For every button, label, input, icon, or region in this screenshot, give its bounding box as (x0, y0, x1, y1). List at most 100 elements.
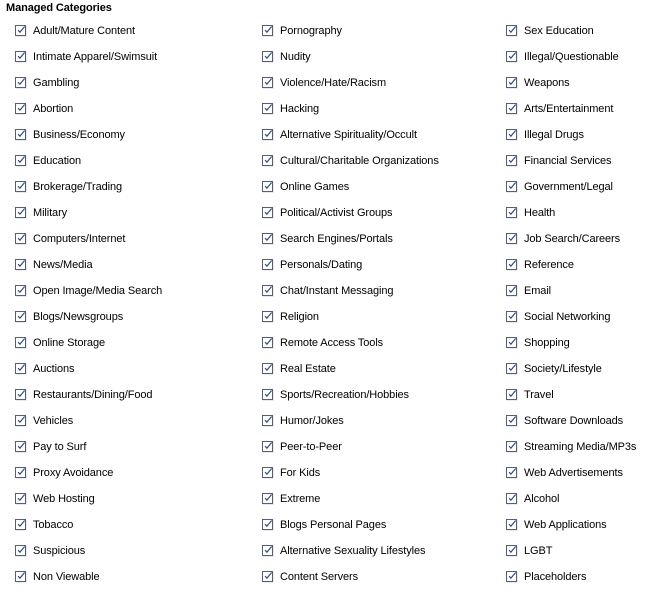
category-checkbox[interactable] (15, 519, 26, 530)
category-checkbox[interactable] (262, 389, 273, 400)
category-row[interactable]: Chat/Instant Messaging (262, 278, 492, 304)
category-checkbox[interactable] (262, 571, 273, 582)
category-row[interactable]: Humor/Jokes (262, 408, 492, 434)
category-row[interactable]: Tobacco (15, 512, 245, 538)
category-checkbox[interactable] (262, 441, 273, 452)
category-row[interactable]: Open Image/Media Search (15, 278, 245, 304)
category-row[interactable]: News/Media (15, 252, 245, 278)
category-row[interactable]: Military (15, 200, 245, 226)
category-checkbox[interactable] (262, 259, 273, 270)
category-checkbox[interactable] (506, 51, 517, 62)
category-checkbox[interactable] (506, 181, 517, 192)
category-row[interactable]: Alcohol (506, 486, 650, 512)
category-row[interactable]: Government/Legal (506, 174, 650, 200)
category-checkbox[interactable] (506, 207, 517, 218)
category-row[interactable]: Streaming Media/MP3s (506, 434, 650, 460)
category-row[interactable]: Illegal/Questionable (506, 44, 650, 70)
category-checkbox[interactable] (262, 467, 273, 478)
category-checkbox[interactable] (15, 493, 26, 504)
category-checkbox[interactable] (262, 337, 273, 348)
category-checkbox[interactable] (262, 493, 273, 504)
category-checkbox[interactable] (262, 25, 273, 36)
category-checkbox[interactable] (262, 77, 273, 88)
category-checkbox[interactable] (15, 103, 26, 114)
category-row[interactable]: Violence/Hate/Racism (262, 70, 492, 96)
category-row[interactable]: Auctions (15, 356, 245, 382)
category-row[interactable]: Adult/Mature Content (15, 18, 245, 44)
category-checkbox[interactable] (506, 259, 517, 270)
category-row[interactable]: Software Downloads (506, 408, 650, 434)
category-row[interactable]: Personals/Dating (262, 252, 492, 278)
category-checkbox[interactable] (506, 103, 517, 114)
category-row[interactable]: Intimate Apparel/Swimsuit (15, 44, 245, 70)
category-row[interactable]: Travel (506, 382, 650, 408)
category-checkbox[interactable] (262, 181, 273, 192)
category-row[interactable]: Sex Education (506, 18, 650, 44)
category-checkbox[interactable] (262, 155, 273, 166)
category-row[interactable]: Placeholders (506, 564, 650, 590)
category-checkbox[interactable] (262, 363, 273, 374)
category-checkbox[interactable] (15, 181, 26, 192)
category-row[interactable]: Abortion (15, 96, 245, 122)
category-checkbox[interactable] (15, 415, 26, 426)
category-row[interactable]: Nudity (262, 44, 492, 70)
category-checkbox[interactable] (506, 545, 517, 556)
category-checkbox[interactable] (506, 519, 517, 530)
category-checkbox[interactable] (15, 51, 26, 62)
category-checkbox[interactable] (506, 233, 517, 244)
category-checkbox[interactable] (262, 207, 273, 218)
category-row[interactable]: Illegal Drugs (506, 122, 650, 148)
category-checkbox[interactable] (506, 363, 517, 374)
category-row[interactable]: Computers/Internet (15, 226, 245, 252)
category-checkbox[interactable] (506, 285, 517, 296)
category-checkbox[interactable] (506, 493, 517, 504)
category-row[interactable]: Arts/Entertainment (506, 96, 650, 122)
category-checkbox[interactable] (262, 545, 273, 556)
category-checkbox[interactable] (262, 285, 273, 296)
category-checkbox[interactable] (15, 571, 26, 582)
category-row[interactable]: Gambling (15, 70, 245, 96)
category-row[interactable]: Financial Services (506, 148, 650, 174)
category-checkbox[interactable] (15, 363, 26, 374)
category-row[interactable]: Peer-to-Peer (262, 434, 492, 460)
category-checkbox[interactable] (15, 129, 26, 140)
category-checkbox[interactable] (15, 155, 26, 166)
category-row[interactable]: Vehicles (15, 408, 245, 434)
category-row[interactable]: Education (15, 148, 245, 174)
category-row[interactable]: Sports/Recreation/Hobbies (262, 382, 492, 408)
category-row[interactable]: Job Search/Careers (506, 226, 650, 252)
category-row[interactable]: For Kids (262, 460, 492, 486)
category-checkbox[interactable] (506, 77, 517, 88)
category-row[interactable]: Religion (262, 304, 492, 330)
category-checkbox[interactable] (506, 571, 517, 582)
category-row[interactable]: Shopping (506, 330, 650, 356)
category-checkbox[interactable] (262, 311, 273, 322)
category-row[interactable]: Web Applications (506, 512, 650, 538)
category-checkbox[interactable] (15, 545, 26, 556)
category-checkbox[interactable] (15, 389, 26, 400)
category-checkbox[interactable] (506, 389, 517, 400)
category-row[interactable]: Health (506, 200, 650, 226)
category-row[interactable]: Hacking (262, 96, 492, 122)
category-checkbox[interactable] (15, 311, 26, 322)
category-checkbox[interactable] (15, 233, 26, 244)
category-checkbox[interactable] (15, 259, 26, 270)
category-checkbox[interactable] (262, 103, 273, 114)
category-row[interactable]: Blogs Personal Pages (262, 512, 492, 538)
category-row[interactable]: Blogs/Newsgroups (15, 304, 245, 330)
category-checkbox[interactable] (262, 129, 273, 140)
category-checkbox[interactable] (15, 77, 26, 88)
category-row[interactable]: Pay to Surf (15, 434, 245, 460)
category-checkbox[interactable] (15, 467, 26, 478)
category-row[interactable]: Online Games (262, 174, 492, 200)
category-checkbox[interactable] (506, 311, 517, 322)
category-row[interactable]: Web Hosting (15, 486, 245, 512)
category-row[interactable]: Reference (506, 252, 650, 278)
category-checkbox[interactable] (506, 155, 517, 166)
category-row[interactable]: Search Engines/Portals (262, 226, 492, 252)
category-row[interactable]: Brokerage/Trading (15, 174, 245, 200)
category-checkbox[interactable] (506, 129, 517, 140)
category-row[interactable]: Pornography (262, 18, 492, 44)
category-row[interactable]: Extreme (262, 486, 492, 512)
category-row[interactable]: Real Estate (262, 356, 492, 382)
